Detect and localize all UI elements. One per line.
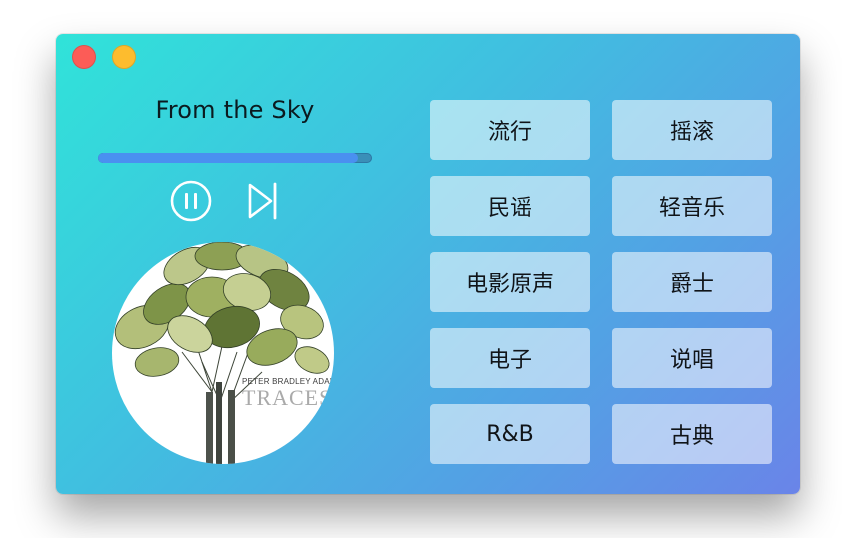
player-window: From the Sky PETER BRADLEY ADAMS TRACES …	[56, 34, 800, 494]
album-cover: PETER BRADLEY ADAMS TRACES	[112, 242, 334, 464]
genre-button-soundtrack[interactable]: 电影原声	[430, 252, 590, 312]
pause-button[interactable]	[169, 179, 213, 223]
song-title: From the Sky	[155, 96, 315, 124]
genre-button-rock[interactable]: 摇滚	[612, 100, 772, 160]
album-art-image	[114, 242, 330, 464]
genre-button-light-music[interactable]: 轻音乐	[612, 176, 772, 236]
genre-button-rap[interactable]: 说唱	[612, 328, 772, 388]
genre-button-folk[interactable]: 民谣	[430, 176, 590, 236]
progress-fill	[98, 153, 359, 163]
genre-button-pop[interactable]: 流行	[430, 100, 590, 160]
next-track-button[interactable]	[241, 179, 285, 223]
genre-button-jazz[interactable]: 爵士	[612, 252, 772, 312]
minimize-window-button[interactable]	[112, 45, 136, 69]
pause-icon	[170, 180, 212, 222]
close-window-button[interactable]	[72, 45, 96, 69]
progress-bar[interactable]	[98, 153, 372, 163]
album-title: TRACES	[242, 385, 333, 410]
genre-button-classical[interactable]: 古典	[612, 404, 772, 464]
genre-button-rnb[interactable]: R&B	[430, 404, 590, 464]
skip-next-icon	[248, 182, 277, 220]
genre-button-electronic[interactable]: 电子	[430, 328, 590, 388]
